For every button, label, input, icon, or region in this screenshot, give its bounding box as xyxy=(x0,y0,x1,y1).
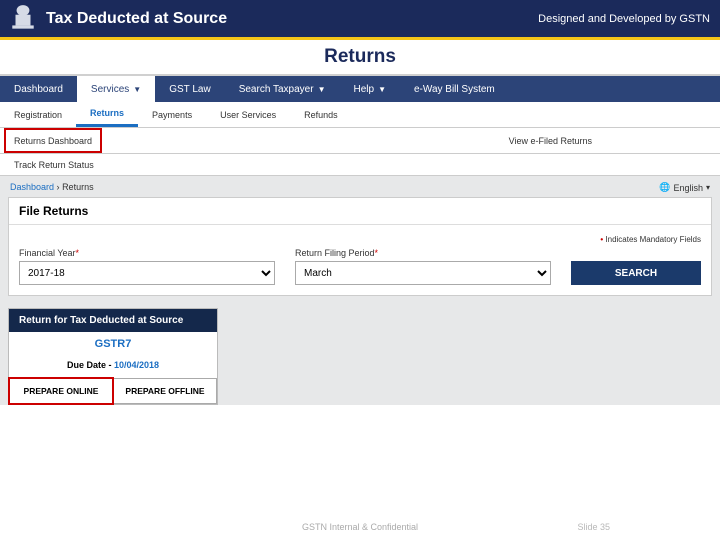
subnav-refunds[interactable]: Refunds xyxy=(290,102,352,127)
breadcrumb: Dashboard › Returns xyxy=(10,182,94,193)
language-selector[interactable]: 🌐 English ▾ xyxy=(659,182,710,193)
caret-down-icon: ▼ xyxy=(378,85,386,94)
nav-search-taxpayer-label: Search Taxpayer xyxy=(239,84,314,95)
globe-icon: 🌐 xyxy=(659,182,670,193)
nav-dashboard[interactable]: Dashboard xyxy=(0,76,77,102)
emblem-icon xyxy=(10,4,36,34)
footer: GSTN Internal & Confidential Slide 35 xyxy=(0,514,720,540)
nav-gst-law[interactable]: GST Law xyxy=(155,76,225,102)
confidential-text: GSTN Internal & Confidential xyxy=(302,522,418,532)
breadcrumb-sep: › xyxy=(57,182,60,192)
tab-view-efiled[interactable]: View e-Filed Returns xyxy=(501,128,600,153)
due-date: 10/04/2018 xyxy=(114,360,159,370)
language-label: English xyxy=(673,183,703,193)
subnav-payments[interactable]: Payments xyxy=(138,102,206,127)
search-button[interactable]: SEARCH xyxy=(571,261,701,285)
panel-title: File Returns xyxy=(9,198,711,225)
nav-search-taxpayer[interactable]: Search Taxpayer ▼ xyxy=(225,76,340,102)
fy-select[interactable]: 2017-18 xyxy=(19,261,275,285)
caret-down-icon: ▼ xyxy=(318,85,326,94)
page-title: Tax Deducted at Source xyxy=(46,10,227,28)
nav-help-label: Help xyxy=(353,84,374,95)
slide-number: Slide 35 xyxy=(577,522,610,532)
quaternary-nav: Track Return Status xyxy=(0,154,720,176)
card-due-row: Due Date - 10/04/2018 xyxy=(9,360,217,378)
prepare-online-button[interactable]: PREPARE ONLINE xyxy=(9,378,113,404)
caret-down-icon: ▾ xyxy=(706,183,710,192)
subnav-returns[interactable]: Returns xyxy=(76,102,138,127)
fy-label: Financial Year* xyxy=(19,248,275,258)
content-area: Dashboard › Returns 🌐 English ▾ File Ret… xyxy=(0,176,720,405)
breadcrumb-current: Returns xyxy=(62,182,94,192)
subnav-registration[interactable]: Registration xyxy=(0,102,76,127)
mandatory-text: Indicates Mandatory Fields xyxy=(605,235,701,244)
subnav-user-services[interactable]: User Services xyxy=(206,102,290,127)
nav-services[interactable]: Services ▼ xyxy=(77,76,155,102)
card-form-name: GSTR7 xyxy=(9,332,217,360)
primary-nav: Dashboard Services ▼ GST Law Search Taxp… xyxy=(0,76,720,102)
secondary-nav: Registration Returns Payments User Servi… xyxy=(0,102,720,128)
tab-track-status[interactable]: Track Return Status xyxy=(0,154,108,175)
nav-services-label: Services xyxy=(91,84,129,95)
gstr7-card: Return for Tax Deducted at Source GSTR7 … xyxy=(8,308,218,405)
nav-eway[interactable]: e-Way Bill System xyxy=(400,76,509,102)
section-heading: Returns xyxy=(0,40,720,76)
caret-down-icon: ▼ xyxy=(133,85,141,94)
due-label: Due Date - xyxy=(67,360,112,370)
breadcrumb-dashboard[interactable]: Dashboard xyxy=(10,182,54,192)
file-returns-panel: File Returns • Indicates Mandatory Field… xyxy=(8,197,712,296)
tertiary-nav: Returns Dashboard View e-Filed Returns xyxy=(0,128,720,154)
nav-help[interactable]: Help ▼ xyxy=(339,76,400,102)
period-label: Return Filing Period* xyxy=(295,248,551,258)
card-title: Return for Tax Deducted at Source xyxy=(9,309,217,332)
prepare-offline-button[interactable]: PREPARE OFFLINE xyxy=(113,378,217,404)
mandatory-note: • Indicates Mandatory Fields xyxy=(19,235,701,244)
top-bar: Tax Deducted at Source Designed and Deve… xyxy=(0,0,720,40)
tab-returns-dashboard[interactable]: Returns Dashboard xyxy=(4,128,102,153)
period-select[interactable]: March xyxy=(295,261,551,285)
credit-text: Designed and Developed by GSTN xyxy=(538,13,710,25)
